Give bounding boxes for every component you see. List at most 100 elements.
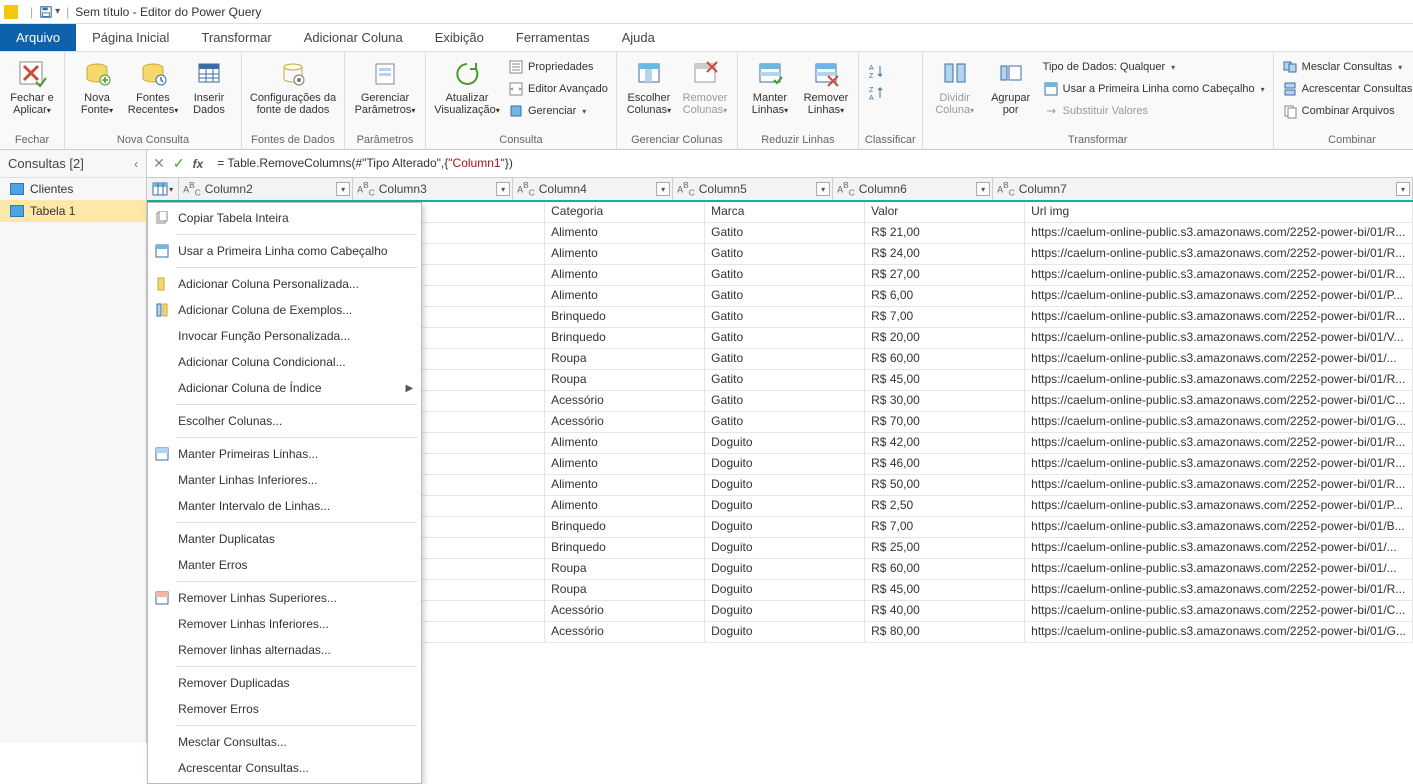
cell-categoria[interactable]: Alimento: [545, 433, 705, 453]
cell-url[interactable]: https://caelum-online-public.s3.amazonaw…: [1025, 391, 1413, 411]
cell-marca[interactable]: Doguito: [705, 601, 865, 621]
cancel-formula-icon[interactable]: ✕: [153, 155, 165, 172]
combinar-arquivos-button[interactable]: Combinar Arquivos: [1280, 100, 1413, 122]
column-header-column5[interactable]: ABCColumn5▾: [673, 178, 833, 200]
column-header-column2[interactable]: ABCColumn2▾: [179, 178, 353, 200]
query-item-clientes[interactable]: Clientes: [0, 178, 146, 200]
cell-marca[interactable]: Gatito: [705, 328, 865, 348]
cm-add-indice[interactable]: Adicionar Coluna de Índice▶: [148, 375, 421, 401]
cell-valor[interactable]: R$ 24,00: [865, 244, 1025, 264]
cell-marca[interactable]: Doguito: [705, 433, 865, 453]
cell-valor[interactable]: R$ 60,00: [865, 559, 1025, 579]
cell-marca[interactable]: Doguito: [705, 580, 865, 600]
sort-desc-button[interactable]: ZA: [865, 82, 885, 104]
cm-manter-intervalo[interactable]: Manter Intervalo de Linhas...: [148, 493, 421, 519]
cell-valor[interactable]: R$ 40,00: [865, 601, 1025, 621]
cell-url[interactable]: https://caelum-online-public.s3.amazonaw…: [1025, 454, 1413, 474]
cell-marca[interactable]: Gatito: [705, 349, 865, 369]
cm-remover-erros[interactable]: Remover Erros: [148, 696, 421, 722]
cm-remover-duplicadas[interactable]: Remover Duplicadas: [148, 670, 421, 696]
cell-categoria[interactable]: Brinquedo: [545, 517, 705, 537]
query-item-tabela1[interactable]: Tabela 1: [0, 200, 146, 222]
cell-categoria[interactable]: Alimento: [545, 286, 705, 306]
cell-url[interactable]: https://caelum-online-public.s3.amazonaw…: [1025, 328, 1413, 348]
config-fonte-button[interactable]: Configurações da fonte de dados: [248, 54, 338, 116]
cm-remover-alternadas[interactable]: Remover linhas alternadas...: [148, 637, 421, 663]
cell-marca[interactable]: Doguito: [705, 622, 865, 642]
cell-url[interactable]: https://caelum-online-public.s3.amazonaw…: [1025, 349, 1413, 369]
cell-valor[interactable]: R$ 46,00: [865, 454, 1025, 474]
cell-valor[interactable]: Valor: [865, 202, 1025, 222]
cell-marca[interactable]: Gatito: [705, 223, 865, 243]
column-header-column3[interactable]: ABCColumn3▾: [353, 178, 513, 200]
cell-marca[interactable]: Gatito: [705, 412, 865, 432]
cell-marca[interactable]: Doguito: [705, 496, 865, 516]
cell-categoria[interactable]: Brinquedo: [545, 538, 705, 558]
cm-usar-primeira-linha[interactable]: Usar a Primeira Linha como Cabeçalho: [148, 238, 421, 264]
cell-categoria[interactable]: Brinquedo: [545, 328, 705, 348]
cell-valor[interactable]: R$ 6,00: [865, 286, 1025, 306]
cm-add-personalizada[interactable]: Adicionar Coluna Personalizada...: [148, 271, 421, 297]
atualizar-button[interactable]: Atualizar Visualização▾: [432, 54, 502, 117]
cell-marca[interactable]: Gatito: [705, 265, 865, 285]
cell-categoria[interactable]: Acessório: [545, 601, 705, 621]
cell-url[interactable]: https://caelum-online-public.s3.amazonaw…: [1025, 307, 1413, 327]
cell-url[interactable]: https://caelum-online-public.s3.amazonaw…: [1025, 475, 1413, 495]
cell-marca[interactable]: Doguito: [705, 538, 865, 558]
cell-valor[interactable]: R$ 45,00: [865, 580, 1025, 600]
cell-marca[interactable]: Doguito: [705, 454, 865, 474]
cell-valor[interactable]: R$ 80,00: [865, 622, 1025, 642]
filter-icon[interactable]: ▾: [816, 182, 830, 196]
cm-manter-primeiras[interactable]: Manter Primeiras Linhas...: [148, 441, 421, 467]
acrescentar-consultas-button[interactable]: Acrescentar Consultas▾: [1280, 78, 1413, 100]
cm-add-condicional[interactable]: Adicionar Coluna Condicional...: [148, 349, 421, 375]
cell-valor[interactable]: R$ 70,00: [865, 412, 1025, 432]
cell-url[interactable]: https://caelum-online-public.s3.amazonaw…: [1025, 601, 1413, 621]
cell-marca[interactable]: Gatito: [705, 370, 865, 390]
cell-categoria[interactable]: Alimento: [545, 244, 705, 264]
cell-url[interactable]: https://caelum-online-public.s3.amazonaw…: [1025, 580, 1413, 600]
cell-url[interactable]: https://caelum-online-public.s3.amazonaw…: [1025, 517, 1413, 537]
cell-url[interactable]: https://caelum-online-public.s3.amazonaw…: [1025, 433, 1413, 453]
cell-valor[interactable]: R$ 7,00: [865, 307, 1025, 327]
cm-mesclar-consultas[interactable]: Mesclar Consultas...: [148, 729, 421, 755]
fontes-recentes-button[interactable]: Fontes Recentes▾: [127, 54, 179, 117]
cell-marca[interactable]: Gatito: [705, 244, 865, 264]
cell-valor[interactable]: R$ 21,00: [865, 223, 1025, 243]
cell-url[interactable]: Url img: [1025, 202, 1413, 222]
cm-manter-erros[interactable]: Manter Erros: [148, 552, 421, 578]
propriedades-button[interactable]: Propriedades: [506, 56, 610, 78]
cell-url[interactable]: https://caelum-online-public.s3.amazonaw…: [1025, 622, 1413, 642]
cell-categoria[interactable]: Alimento: [545, 265, 705, 285]
cell-url[interactable]: https://caelum-online-public.s3.amazonaw…: [1025, 286, 1413, 306]
cell-categoria[interactable]: Acessório: [545, 622, 705, 642]
cell-valor[interactable]: R$ 60,00: [865, 349, 1025, 369]
tab-exibicao[interactable]: Exibição: [419, 24, 500, 51]
cell-marca[interactable]: Marca: [705, 202, 865, 222]
cell-url[interactable]: https://caelum-online-public.s3.amazonaw…: [1025, 265, 1413, 285]
accept-formula-icon[interactable]: ✓: [173, 155, 185, 172]
cell-marca[interactable]: Gatito: [705, 307, 865, 327]
tab-adicionar-coluna[interactable]: Adicionar Coluna: [288, 24, 419, 51]
cell-marca[interactable]: Doguito: [705, 517, 865, 537]
filter-icon[interactable]: ▾: [656, 182, 670, 196]
filter-icon[interactable]: ▾: [1396, 182, 1410, 196]
cm-add-exemplos[interactable]: Adicionar Coluna de Exemplos...: [148, 297, 421, 323]
inserir-dados-button[interactable]: Inserir Dados: [183, 54, 235, 116]
qat-dropdown-icon[interactable]: ▾: [55, 6, 60, 17]
cell-url[interactable]: https://caelum-online-public.s3.amazonaw…: [1025, 370, 1413, 390]
cell-categoria[interactable]: Brinquedo: [545, 307, 705, 327]
cell-categoria[interactable]: Roupa: [545, 349, 705, 369]
cm-acrescentar-consultas[interactable]: Acrescentar Consultas...: [148, 755, 421, 781]
cell-url[interactable]: https://caelum-online-public.s3.amazonaw…: [1025, 559, 1413, 579]
cell-valor[interactable]: R$ 25,00: [865, 538, 1025, 558]
agrupar-por-button[interactable]: Agrupar por: [985, 54, 1037, 116]
cell-categoria[interactable]: Roupa: [545, 370, 705, 390]
substituir-valores-button[interactable]: Substituir Valores: [1041, 100, 1267, 122]
cell-valor[interactable]: R$ 50,00: [865, 475, 1025, 495]
cell-valor[interactable]: R$ 42,00: [865, 433, 1025, 453]
cm-manter-inferiores[interactable]: Manter Linhas Inferiores...: [148, 467, 421, 493]
tab-ferramentas[interactable]: Ferramentas: [500, 24, 606, 51]
cell-valor[interactable]: R$ 45,00: [865, 370, 1025, 390]
remover-colunas-button[interactable]: Remover Colunas▾: [679, 54, 731, 117]
